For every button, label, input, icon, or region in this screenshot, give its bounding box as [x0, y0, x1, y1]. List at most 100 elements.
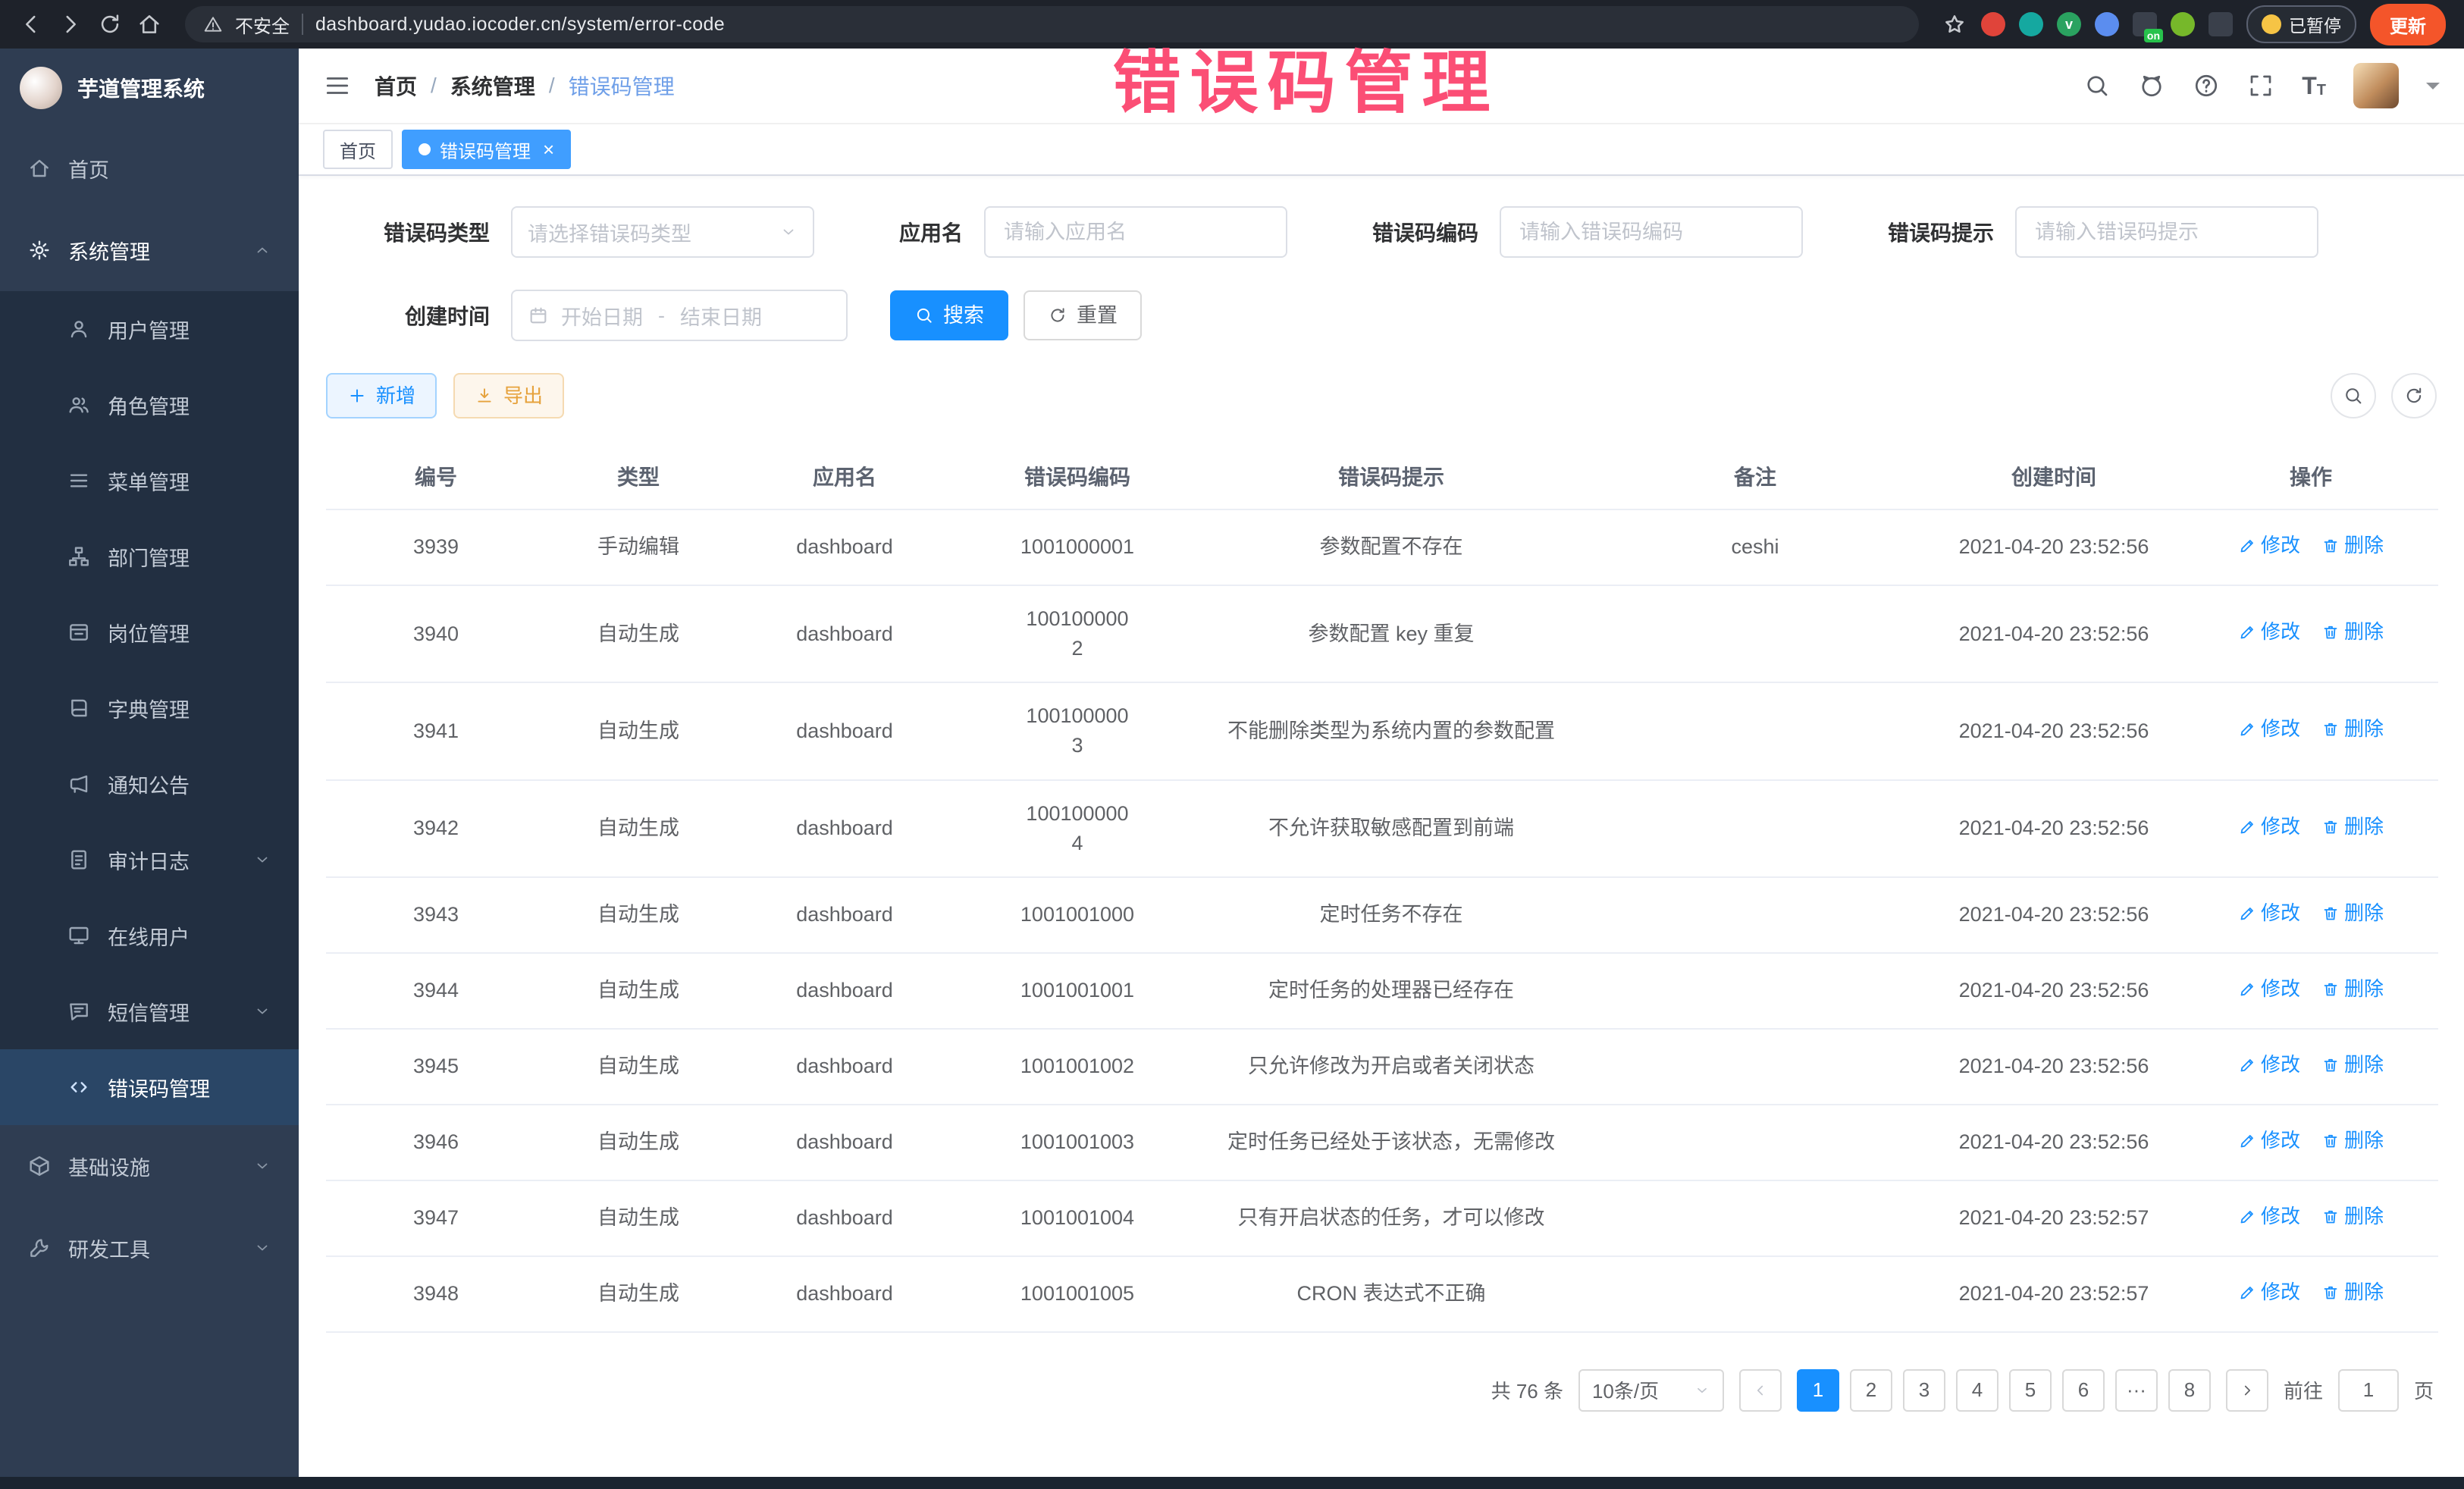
- sidebar-item-audit-log[interactable]: 审计日志: [0, 822, 299, 898]
- sidebar-item-menu[interactable]: 菜单管理: [0, 443, 299, 519]
- error-type-select[interactable]: 请选择错误码类型: [511, 206, 814, 258]
- edit-link[interactable]: 修改: [2238, 975, 2300, 1004]
- error-msg-input[interactable]: [2015, 206, 2318, 258]
- add-button[interactable]: 新增: [326, 373, 437, 418]
- sidebar-item-post[interactable]: 岗位管理: [0, 594, 299, 670]
- delete-link[interactable]: 删除: [2321, 1127, 2384, 1155]
- user-avatar[interactable]: [2353, 63, 2399, 108]
- row-msg: 不允许获取敏感配置到前端: [1196, 780, 1586, 877]
- refresh-table-icon[interactable]: [2391, 373, 2437, 418]
- row-remark: [1586, 1105, 1924, 1180]
- extension-icon-people[interactable]: [2095, 12, 2119, 36]
- extension-icon-teal[interactable]: [2019, 12, 2043, 36]
- goto-page-input[interactable]: [2338, 1369, 2399, 1412]
- sidebar-item-system[interactable]: 系统管理: [0, 209, 299, 291]
- page-button-2[interactable]: 2: [1850, 1369, 1892, 1412]
- delete-link[interactable]: 删除: [2321, 618, 2384, 647]
- forward-icon[interactable]: [58, 11, 83, 37]
- breadcrumb-home[interactable]: 首页: [375, 71, 417, 101]
- row-code: 1001000001: [958, 509, 1196, 585]
- delete-link[interactable]: 删除: [2321, 899, 2384, 928]
- security-label[interactable]: 不安全: [235, 11, 290, 38]
- delete-link[interactable]: 删除: [2321, 975, 2384, 1004]
- export-button[interactable]: 导出: [453, 373, 564, 418]
- row-app: dashboard: [731, 585, 958, 682]
- page-button-6[interactable]: 6: [2062, 1369, 2105, 1412]
- search-button[interactable]: 搜索: [890, 290, 1008, 340]
- delete-link[interactable]: 删除: [2321, 531, 2384, 560]
- breadcrumb-system[interactable]: 系统管理: [450, 71, 535, 101]
- header-search-icon[interactable]: [2083, 72, 2111, 99]
- overlay-annotation: 错误码管理: [1113, 27, 1500, 126]
- tab-home[interactable]: 首页: [323, 130, 393, 169]
- reload-icon[interactable]: [97, 11, 123, 37]
- edit-link[interactable]: 修改: [2238, 531, 2300, 560]
- table-header-row: 编号 类型 应用名 错误码编码 错误码提示 备注 创建时间 操作: [326, 443, 2438, 509]
- url-text[interactable]: dashboard.yudao.iocoder.cn/system/error-…: [315, 14, 725, 36]
- filter-row-2: 创建时间 开始日期 - 结束日期 搜索 重置: [326, 290, 2437, 341]
- delete-link[interactable]: 删除: [2321, 715, 2384, 744]
- prev-page-button[interactable]: [1739, 1369, 1782, 1412]
- page-button-3[interactable]: 3: [1903, 1369, 1945, 1412]
- edit-link[interactable]: 修改: [2238, 1127, 2300, 1155]
- sidebar-item-home[interactable]: 首页: [0, 127, 299, 209]
- back-icon[interactable]: [18, 11, 44, 37]
- page-button-8[interactable]: 8: [2168, 1369, 2211, 1412]
- fullscreen-icon[interactable]: [2247, 72, 2274, 99]
- font-size-icon[interactable]: [2302, 74, 2326, 98]
- row-remark: [1586, 877, 1924, 953]
- sidebar-item-notice[interactable]: 通知公告: [0, 746, 299, 822]
- edit-link[interactable]: 修改: [2238, 899, 2300, 928]
- sidebar-item-online-user[interactable]: 在线用户: [0, 898, 299, 973]
- page-button-1[interactable]: 1: [1797, 1369, 1839, 1412]
- sidebar-item-role[interactable]: 角色管理: [0, 367, 299, 443]
- app-name-input[interactable]: [984, 206, 1287, 258]
- page-size-select[interactable]: 10条/页: [1578, 1369, 1724, 1412]
- users-icon: [67, 393, 91, 417]
- sidebar-item-dev-tool[interactable]: 研发工具: [0, 1207, 299, 1289]
- create-time-label: 创建时间: [326, 300, 490, 331]
- sidebar-item-error-code[interactable]: 错误码管理: [0, 1049, 299, 1125]
- edit-link[interactable]: 修改: [2238, 618, 2300, 647]
- extension-icon-leaf[interactable]: [2171, 12, 2195, 36]
- extension-puzzle-icon[interactable]: [2209, 12, 2233, 36]
- edit-link[interactable]: 修改: [2238, 1278, 2300, 1307]
- extension-icon-on-switch[interactable]: [2133, 12, 2157, 36]
- close-tab-icon[interactable]: ×: [543, 139, 554, 159]
- tab-error-code[interactable]: 错误码管理 ×: [402, 130, 571, 169]
- column-type: 类型: [546, 443, 731, 509]
- extension-icon-red[interactable]: [1981, 12, 2005, 36]
- sidebar-item-user[interactable]: 用户管理: [0, 291, 299, 367]
- next-page-button[interactable]: [2226, 1369, 2268, 1412]
- paused-badge[interactable]: 已暂停: [2246, 5, 2356, 43]
- bookmark-star-icon[interactable]: [1942, 11, 1967, 37]
- sidebar-item-infra[interactable]: 基础设施: [0, 1125, 299, 1207]
- delete-link[interactable]: 删除: [2321, 1051, 2384, 1080]
- help-question-icon[interactable]: [2193, 72, 2220, 99]
- date-range-picker[interactable]: 开始日期 - 结束日期: [511, 290, 848, 341]
- sidebar-item-dict[interactable]: 字典管理: [0, 670, 299, 746]
- update-button[interactable]: 更新: [2370, 4, 2446, 45]
- browser-home-icon[interactable]: [136, 11, 162, 37]
- delete-link[interactable]: 删除: [2321, 1278, 2384, 1307]
- sidebar-item-dept[interactable]: 部门管理: [0, 519, 299, 594]
- edit-link[interactable]: 修改: [2238, 1051, 2300, 1080]
- edit-link[interactable]: 修改: [2238, 813, 2300, 842]
- edit-link[interactable]: 修改: [2238, 1202, 2300, 1231]
- collapse-sidebar-icon[interactable]: [323, 71, 352, 100]
- delete-link[interactable]: 删除: [2321, 1202, 2384, 1231]
- avatar-caret-down-icon[interactable]: [2426, 83, 2440, 96]
- error-code-input[interactable]: [1500, 206, 1803, 258]
- github-icon[interactable]: [2138, 72, 2165, 99]
- toggle-search-icon[interactable]: [2331, 373, 2376, 418]
- extension-icon-check[interactable]: v: [2057, 12, 2081, 36]
- sidebar-logo[interactable]: 芋道管理系统: [0, 49, 299, 127]
- reset-button[interactable]: 重置: [1024, 290, 1142, 340]
- page-ellipsis[interactable]: ···: [2115, 1369, 2158, 1412]
- edit-link[interactable]: 修改: [2238, 715, 2300, 744]
- sidebar-item-sms[interactable]: 短信管理: [0, 973, 299, 1049]
- delete-link[interactable]: 删除: [2321, 813, 2384, 842]
- page-button-4[interactable]: 4: [1956, 1369, 1998, 1412]
- address-bar[interactable]: 不安全 dashboard.yudao.iocoder.cn/system/er…: [185, 6, 1919, 42]
- page-button-5[interactable]: 5: [2009, 1369, 2052, 1412]
